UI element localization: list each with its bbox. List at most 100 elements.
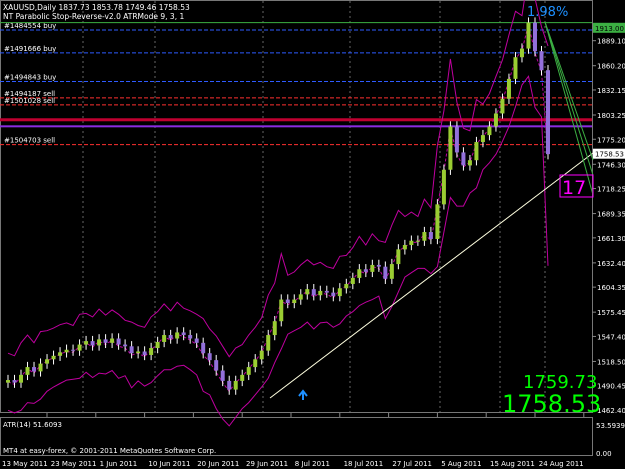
- candle-body: [389, 264, 394, 279]
- order-label: #1484554 buy: [4, 22, 56, 30]
- candle-body: [25, 367, 30, 375]
- price-tick-label: 1860.20: [597, 63, 625, 71]
- candle-body: [168, 335, 173, 339]
- candle-body: [461, 152, 466, 166]
- symbol-info: XAUUSD,Daily 1837.73 1853.78 1749.46 175…: [3, 3, 190, 12]
- candle-body: [285, 299, 290, 304]
- candle-body: [97, 339, 102, 346]
- candle-body: [422, 232, 427, 241]
- candle-body: [181, 332, 186, 336]
- candle-body: [90, 341, 95, 346]
- upper-band: [7, 0, 549, 358]
- candle-body: [116, 338, 121, 345]
- atr-scale-top: 53.5939: [596, 422, 625, 430]
- date-label: 20 Jun 2011: [197, 460, 239, 468]
- candle-body: [279, 299, 284, 322]
- candle-body: [539, 51, 544, 71]
- fan-line-3[interactable]: [544, 21, 594, 161]
- candle-body: [435, 204, 440, 239]
- copyright: MT4 at easy-forex, © 2001-2011 MetaQuote…: [3, 447, 216, 455]
- price-tick-label: 1547.40: [597, 333, 625, 341]
- candle-body: [402, 245, 407, 250]
- price-box-label: 1913.00: [595, 25, 624, 33]
- fan-line-2[interactable]: [544, 21, 594, 176]
- price-chart[interactable]: #1484554 buy#1491666 buy#1494843 buy#149…: [0, 0, 625, 469]
- candle-body: [259, 350, 264, 360]
- candle-body: [305, 289, 310, 295]
- candle-body: [370, 264, 375, 272]
- price-tick-label: 1889.10: [597, 38, 625, 46]
- side-value: 17: [562, 177, 586, 199]
- candle-body: [220, 370, 225, 381]
- percent-label: 1.98%: [527, 5, 568, 20]
- candle-body: [233, 380, 238, 390]
- candle-body: [441, 169, 446, 205]
- candle-body: [448, 126, 453, 170]
- candle-body: [162, 335, 167, 342]
- candle-body: [227, 380, 232, 390]
- atr-scale-bottom: 0.00: [596, 450, 612, 458]
- candle-body: [214, 360, 219, 371]
- candle-body: [376, 264, 381, 267]
- date-label: 10 Jun 2011: [148, 460, 190, 468]
- lower-band: [7, 75, 549, 427]
- candle-body: [6, 380, 10, 383]
- candle-body: [71, 349, 76, 351]
- candle-body: [311, 289, 316, 296]
- order-band: [0, 118, 592, 122]
- candle-body: [266, 335, 271, 351]
- candle-body: [129, 346, 134, 354]
- candle-body: [513, 57, 518, 79]
- candle-body: [363, 269, 368, 272]
- candle-body: [12, 380, 17, 383]
- candle-body: [480, 135, 485, 143]
- candle-body: [149, 348, 154, 355]
- candle-body: [415, 240, 420, 242]
- fan-line-1[interactable]: [544, 21, 594, 196]
- candle-body: [32, 367, 37, 372]
- candle-body: [51, 355, 56, 360]
- candle-body: [103, 339, 108, 343]
- date-label: 5 Aug 2011: [441, 460, 481, 468]
- candles: [6, 17, 550, 395]
- candle-body: [409, 240, 414, 246]
- candle-body: [396, 249, 401, 265]
- candle-body: [110, 338, 115, 343]
- envelope-bands: [7, 0, 549, 427]
- candle-body: [519, 48, 524, 58]
- candle-body: [136, 351, 141, 354]
- date-label: 1 Jun 2011: [100, 460, 138, 468]
- price-tick-label: 1803.25: [597, 112, 625, 120]
- candle-body: [350, 277, 355, 284]
- candle-body: [155, 341, 160, 349]
- date-label: 29 Jun 2011: [246, 460, 288, 468]
- candle-body: [454, 126, 459, 153]
- date-label: 18 Jul 2011: [344, 460, 384, 468]
- order-band: [0, 125, 592, 128]
- candle-body: [546, 70, 550, 155]
- candle-body: [38, 363, 43, 372]
- candle-body: [474, 142, 479, 161]
- price-tick-label: 1718.25: [597, 186, 625, 194]
- order-label: #1494843 buy: [4, 73, 56, 81]
- candle-body: [142, 351, 147, 355]
- candle-body: [84, 341, 89, 345]
- main-chart-frame: [0, 0, 593, 413]
- price-tick-label: 1832.15: [597, 87, 625, 95]
- candle-body: [298, 294, 303, 300]
- candle-body: [357, 269, 362, 278]
- price-tick-label: 1518.50: [597, 358, 625, 366]
- candle-body: [207, 353, 212, 361]
- candle-body: [246, 367, 251, 375]
- candle-body: [201, 342, 206, 354]
- candle-body: [526, 22, 531, 49]
- candle-body: [64, 349, 69, 353]
- candle-body: [272, 321, 277, 336]
- date-label: 27 Jul 2011: [392, 460, 432, 468]
- candle-body: [123, 344, 128, 347]
- candle-body: [383, 266, 388, 279]
- candle-body: [58, 352, 63, 356]
- candle-body: [188, 335, 193, 339]
- candle-body: [19, 374, 24, 383]
- big-price-bottom: 1758.53: [502, 390, 601, 418]
